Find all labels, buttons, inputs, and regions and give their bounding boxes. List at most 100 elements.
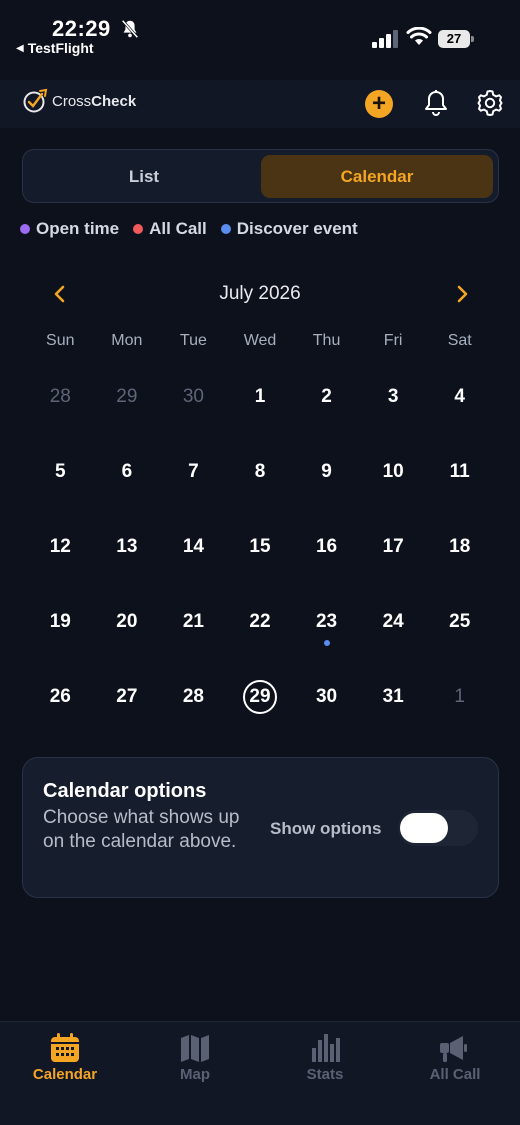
calendar-day[interactable]: 28 [27, 360, 94, 435]
weekday-label: Thu [312, 332, 341, 349]
day-number: 29 [249, 686, 271, 707]
settings-gear-icon[interactable] [475, 88, 505, 118]
legend-dot-icon [220, 224, 231, 234]
calendar-day[interactable]: 30 [160, 360, 227, 435]
calendar-day[interactable]: 19 [27, 585, 94, 660]
day-number: 13 [116, 536, 138, 557]
notifications-bell-icon[interactable] [422, 88, 450, 118]
legend-item: Open time [20, 219, 119, 239]
calendar-grid: 28 29 30 1 2 3 4 5 6 7 8 9 10 11 12 13 14 15 16 17 18 19 20 21 2… [27, 360, 493, 735]
app-header: CrossCheck + [0, 80, 520, 128]
battery-indicator: 27 [438, 30, 474, 48]
calendar-day-today[interactable]: 29 [227, 660, 294, 735]
calendar-day[interactable]: 3 [360, 360, 427, 435]
map-icon [181, 1035, 209, 1062]
day-number: 28 [49, 386, 71, 407]
day-number: 1 [254, 386, 266, 407]
day-number: 14 [182, 536, 204, 557]
tab-bar-all-call[interactable]: All Call [390, 1022, 520, 1125]
day-number: 7 [188, 461, 199, 482]
day-number: 28 [182, 686, 204, 707]
day-number: 26 [49, 686, 71, 707]
battery-level: 27 [438, 30, 470, 48]
calendar-day[interactable]: 16 [293, 510, 360, 585]
calendar-day[interactable]: 24 [360, 585, 427, 660]
calendar-day[interactable]: 1 [227, 360, 294, 435]
day-number: 12 [49, 536, 71, 557]
calendar-day[interactable]: 6 [94, 435, 161, 510]
day-number: 20 [116, 611, 138, 632]
calendar-day[interactable]: 2 [293, 360, 360, 435]
calendar-day[interactable]: 9 [293, 435, 360, 510]
calendar-day[interactable]: 30 [293, 660, 360, 735]
day-number: 23 [315, 611, 338, 632]
day-number: 1 [454, 686, 465, 707]
calendar-day[interactable]: 14 [160, 510, 227, 585]
calendar-day[interactable]: 18 [426, 510, 493, 585]
next-month-chevron-icon[interactable] [448, 280, 476, 308]
add-button[interactable]: + [365, 90, 393, 118]
calendar-day[interactable]: 15 [227, 510, 294, 585]
calendar-day[interactable]: 29 [94, 360, 161, 435]
day-number: 21 [182, 611, 204, 632]
calendar-day[interactable]: 31 [360, 660, 427, 735]
status-bar: 22:29 ◀ TestFlight 27 [0, 0, 520, 60]
day-number: 9 [321, 461, 332, 482]
calendar-day[interactable]: 27 [94, 660, 161, 735]
show-options-toggle[interactable] [398, 810, 478, 846]
calendar-day[interactable]: 23 [293, 585, 360, 660]
calendar-day[interactable]: 5 [27, 435, 94, 510]
day-number: 11 [449, 461, 470, 482]
tab-label-all-call: All Call [429, 1066, 481, 1083]
day-number: 8 [254, 461, 266, 482]
month-navigation: July 2026 [0, 278, 520, 310]
calendar-day[interactable]: 11 [426, 435, 493, 510]
back-to-app-link[interactable]: ◀ TestFlight [16, 40, 94, 56]
tab-bar-calendar[interactable]: Calendar [0, 1022, 130, 1125]
tab-label-stats: Stats [306, 1066, 344, 1083]
tab-bar-stats[interactable]: Stats [260, 1022, 390, 1125]
legend-label: Discover event [236, 219, 358, 238]
weekday-label: Sun [46, 332, 75, 349]
day-number: 10 [382, 461, 404, 482]
calendar-day[interactable]: 17 [360, 510, 427, 585]
options-title: Calendar options [43, 780, 207, 802]
calendar-day[interactable]: 4 [426, 360, 493, 435]
day-number: 29 [116, 386, 138, 407]
weekday-header: Sun Mon Tue Wed Thu Fri Sat [27, 332, 493, 350]
calendar-day[interactable]: 26 [27, 660, 94, 735]
event-dot-icon [323, 640, 330, 646]
toggle-knob [400, 813, 448, 843]
day-number: 19 [49, 611, 71, 632]
calendar-day[interactable]: 8 [227, 435, 294, 510]
options-description: Choose what shows up on the calendar abo… [43, 807, 240, 852]
calendar-day[interactable]: 7 [160, 435, 227, 510]
calendar-day[interactable]: 12 [27, 510, 94, 585]
calendar-day[interactable]: 10 [360, 435, 427, 510]
calendar-day[interactable]: 28 [160, 660, 227, 735]
tab-bar-map[interactable]: Map [130, 1022, 260, 1125]
calendar-day[interactable]: 1 [426, 660, 493, 735]
logo-text: CrossCheck [52, 93, 136, 110]
day-number: 6 [121, 461, 133, 482]
day-number: 16 [315, 536, 338, 557]
calendar-day[interactable]: 21 [160, 585, 227, 660]
day-number: 5 [54, 461, 66, 482]
tab-calendar[interactable]: Calendar [261, 155, 493, 198]
day-number: 30 [315, 686, 338, 707]
calendar-day[interactable]: 13 [94, 510, 161, 585]
month-title: July 2026 [219, 283, 301, 304]
calendar-options-card: Calendar options Choose what shows up on… [22, 757, 499, 898]
day-number: 17 [382, 536, 404, 557]
app-logo: CrossCheck [22, 88, 136, 114]
calendar-day[interactable]: 22 [227, 585, 294, 660]
tab-label-calendar: Calendar [32, 1066, 98, 1083]
weekday-label: Sat [447, 332, 472, 349]
calendar-day[interactable]: 25 [426, 585, 493, 660]
calendar-day[interactable]: 20 [94, 585, 161, 660]
legend-dot-icon [20, 224, 30, 234]
show-options-label: Show options [270, 819, 382, 838]
legend-item: All Call [133, 219, 207, 239]
event-legend: Open time All Call Discover event [20, 219, 358, 239]
tab-list[interactable]: List [28, 155, 260, 198]
